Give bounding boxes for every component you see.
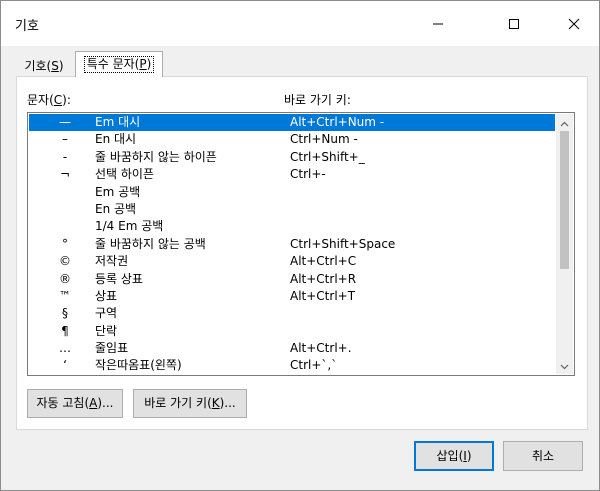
- shortcut-key-button[interactable]: 바로 가기 키(K)...: [133, 389, 247, 418]
- list-item[interactable]: ° 줄 바꿈하지 않는 공백 Ctrl+Shift+Space: [29, 236, 555, 253]
- list-item-name: 상표: [95, 288, 118, 303]
- list-item-shortcut: Alt+Ctrl+R: [290, 271, 357, 286]
- list-item[interactable]: 1/4 Em 공백: [29, 218, 555, 235]
- list-item[interactable]: § 구역: [29, 305, 555, 322]
- list-item[interactable]: — Em 대시 Alt+Ctrl+Num -: [29, 114, 555, 132]
- list-item-character: ®: [59, 271, 71, 286]
- window-title: 기호: [15, 19, 39, 34]
- list-item-name: 줄임표: [95, 341, 129, 356]
- list-item-shortcut: Alt+Ctrl+C: [290, 254, 357, 269]
- list-item-name: 선택 하이픈: [95, 167, 155, 182]
- tab-symbols[interactable]: 기호(S): [17, 55, 71, 77]
- list-item[interactable]: - 줄 바꿈하지 않는 하이픈 Ctrl+Shift+_: [29, 149, 555, 166]
- list-item-name: Em 대시: [95, 115, 141, 129]
- list-item-character: …: [59, 341, 71, 356]
- list-item-shortcut: Ctrl+Num -: [290, 132, 358, 147]
- scroll-down-button[interactable]: [556, 357, 573, 374]
- list-item[interactable]: © 저작권 Alt+Ctrl+C: [29, 253, 555, 270]
- minimize-button[interactable]: [415, 1, 461, 46]
- list-item-character: ¬: [59, 167, 71, 182]
- list-item-shortcut: Alt+Ctrl+T: [290, 288, 356, 303]
- insert-button[interactable]: 삽입(I): [414, 441, 494, 471]
- list-item[interactable]: ® 등록 상표 Alt+Ctrl+R: [29, 271, 555, 288]
- list-item-name: 1/4 Em 공백: [95, 219, 164, 234]
- list-item-shortcut: Ctrl+Shift+Space: [290, 236, 396, 251]
- chevron-up-icon: [560, 116, 569, 130]
- list-item-shortcut: Alt+Ctrl+.: [290, 341, 352, 356]
- list-item[interactable]: … 줄임표 Alt+Ctrl+.: [29, 340, 555, 357]
- list-item-character: ©: [59, 254, 71, 269]
- minimize-icon: [432, 18, 444, 30]
- cancel-button[interactable]: 취소: [503, 441, 583, 471]
- list-item-name: 작은따옴표(왼쪽): [95, 358, 182, 373]
- symbol-dialog: 기호 기호(S) 특수 문자(P) 문자(C): 바로 가기 키: — Em 대시…: [0, 0, 600, 491]
- scroll-thumb[interactable]: [560, 131, 569, 269]
- list-item-name: 등록 상표: [95, 271, 143, 286]
- list-item-shortcut: Alt+Ctrl+Num -: [290, 115, 385, 129]
- list-rows: — Em 대시 Alt+Ctrl+Num - – En 대시 Ctrl+Num - - 줄 바…: [29, 114, 555, 375]
- shortcut-column-label: 바로 가기 키:: [284, 93, 351, 107]
- autocorrect-button[interactable]: 자동 고침(A)...: [27, 389, 123, 418]
- list-item[interactable]: Em 공백: [29, 184, 555, 201]
- list-item-character: ¶: [61, 323, 69, 338]
- list-item-shortcut: Ctrl+Shift+_: [290, 149, 365, 164]
- maximize-button[interactable]: [491, 1, 537, 46]
- list-item[interactable]: ‘ 작은따옴표(왼쪽) Ctrl+`,`: [29, 357, 555, 374]
- list-item-shortcut: Ctrl+`,`: [290, 358, 338, 373]
- list-item-name: 줄 바꿈하지 않는 공백: [95, 236, 206, 251]
- list-item[interactable]: ™ 상표 Alt+Ctrl+T: [29, 288, 555, 305]
- list-item-name: En 공백: [95, 201, 137, 216]
- close-button[interactable]: [551, 1, 597, 46]
- list-item[interactable]: ¶ 단락: [29, 323, 555, 340]
- list-item-name: En 대시: [95, 132, 137, 147]
- list-item-character: –: [62, 132, 68, 147]
- list-item-character: ™: [59, 288, 71, 303]
- close-icon: [568, 18, 580, 30]
- list-item[interactable]: – En 대시 Ctrl+Num -: [29, 131, 555, 148]
- tab-special-characters[interactable]: 특수 문자(P): [75, 51, 163, 77]
- list-item-name: 저작권: [95, 254, 129, 269]
- list-item-character: °: [62, 236, 68, 251]
- list-item-character: -: [62, 149, 68, 164]
- tab-focus-rect: 특수 문자(P): [83, 56, 155, 73]
- chevron-down-icon: [560, 359, 569, 373]
- title-bar: 기호: [1, 1, 599, 46]
- list-item-character: §: [62, 306, 68, 321]
- list-item[interactable]: En 공백: [29, 201, 555, 218]
- list-item-name: 구역: [95, 306, 118, 321]
- list-item-character: ‘: [63, 358, 67, 373]
- list-item-name: 단락: [95, 323, 118, 338]
- list-item-name: 줄 바꿈하지 않는 하이픈: [95, 149, 217, 164]
- vertical-scrollbar[interactable]: [556, 114, 573, 374]
- special-characters-list[interactable]: — Em 대시 Alt+Ctrl+Num - – En 대시 Ctrl+Num - - 줄 바…: [27, 112, 575, 376]
- list-item-shortcut: Ctrl+-: [290, 167, 326, 182]
- list-item-name: Em 공백: [95, 184, 141, 199]
- list-item[interactable]: ¬ 선택 하이픈 Ctrl+-: [29, 166, 555, 183]
- scroll-up-button[interactable]: [556, 114, 573, 131]
- character-column-label: 문자(C):: [27, 93, 71, 107]
- maximize-icon: [508, 18, 520, 30]
- list-item-character: —: [59, 115, 71, 129]
